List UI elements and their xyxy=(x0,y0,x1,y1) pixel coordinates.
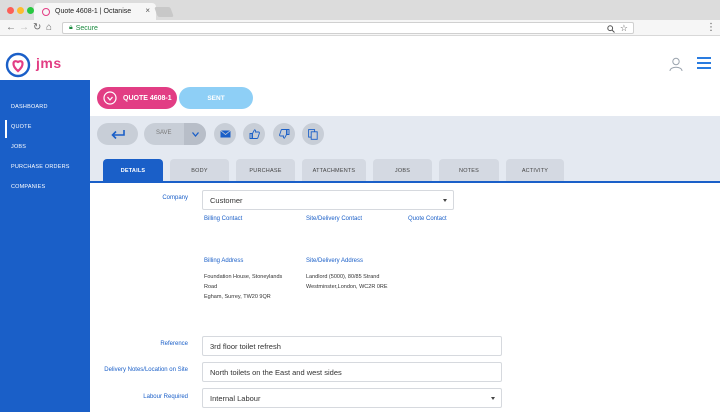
tab-activity[interactable]: ACTIVITY xyxy=(506,159,564,182)
delivery-notes-value: North toilets on the East and west sides xyxy=(210,367,342,377)
minimize-window-button[interactable] xyxy=(17,7,24,14)
back-arrow-icon[interactable]: ← xyxy=(6,21,16,35)
thumbs-down-icon xyxy=(278,129,289,139)
save-button[interactable]: SAVE xyxy=(144,123,206,145)
email-button[interactable] xyxy=(214,123,236,145)
reference-input[interactable]: 3rd floor toilet refresh xyxy=(202,336,502,356)
labour-required-label: Labour Required xyxy=(143,394,188,400)
sidebar-item-quote[interactable]: QUOTE xyxy=(11,124,32,130)
sidebar: DASHBOARD QUOTE JOBS PURCHASE ORDERS COM… xyxy=(0,80,90,412)
billing-address-link[interactable]: Billing Address xyxy=(204,258,243,264)
site-delivery-contact-link[interactable]: Site/Delivery Contact xyxy=(306,216,362,222)
browser-toolbar: ← → ↻ ⌂ 🔒︎ Secure ☆ ⋮ xyxy=(0,20,720,36)
reference-value: 3rd floor toilet refresh xyxy=(210,341,281,351)
quote-number: QUOTE 4608-1 xyxy=(123,94,172,102)
sidebar-item-jobs[interactable]: JOBS xyxy=(11,144,26,150)
billing-contact-link[interactable]: Billing Contact xyxy=(204,216,242,222)
status-badge[interactable]: SENT xyxy=(179,87,253,109)
new-tab-button[interactable] xyxy=(154,7,174,17)
company-value: Customer xyxy=(210,195,243,205)
company-select[interactable]: Customer xyxy=(202,190,454,210)
billing-address: Foundation House, Stoneylands Road Egham… xyxy=(204,272,282,302)
logo-text: jms xyxy=(36,55,62,71)
delivery-notes-label: Delivery Notes/Location on Site xyxy=(104,367,188,373)
quote-heart-icon xyxy=(103,91,117,105)
tab-body[interactable]: BODY xyxy=(170,159,229,182)
return-arrow-icon xyxy=(110,130,125,139)
secure-label: Secure xyxy=(75,24,98,32)
tab-purchase[interactable]: PURCHASE xyxy=(236,159,295,182)
save-label: SAVE xyxy=(156,130,172,136)
browser-tab-strip: Quote 4608-1 | Octanise × xyxy=(0,0,720,20)
close-tab-icon[interactable]: × xyxy=(145,6,150,15)
labour-required-select[interactable]: Internal Labour xyxy=(202,388,502,408)
site-delivery-address: Landlord (5000), 80/85 Strand Westminste… xyxy=(306,272,388,292)
copy-icon xyxy=(308,128,318,140)
tab-attachments[interactable]: ATTACHMENTS xyxy=(302,159,366,182)
envelope-icon xyxy=(219,130,231,138)
lock-icon: 🔒︎ xyxy=(69,24,73,31)
save-options-button[interactable] xyxy=(184,123,206,145)
favicon-icon xyxy=(42,7,50,16)
sidebar-item-purchase-orders[interactable]: PURCHASE ORDERS xyxy=(11,164,70,170)
reference-label: Reference xyxy=(160,341,188,347)
zoom-icon[interactable] xyxy=(607,25,615,33)
site-address-line: Westminster,London, WC2R 0RE xyxy=(306,284,388,290)
billing-address-line: Egham, Surrey, TW20 9QR xyxy=(204,294,271,300)
chevron-down-icon xyxy=(443,199,447,202)
billing-address-line: Road xyxy=(204,284,218,290)
home-icon[interactable]: ⌂ xyxy=(46,21,52,35)
address-bar[interactable]: 🔒︎ Secure ☆ xyxy=(62,22,634,34)
duplicate-button[interactable] xyxy=(302,123,324,145)
thumbs-up-icon xyxy=(249,129,260,139)
site-delivery-address-link[interactable]: Site/Delivery Address xyxy=(306,258,363,264)
close-window-button[interactable] xyxy=(7,7,14,14)
tab-jobs[interactable]: JOBS xyxy=(373,159,432,182)
reload-icon[interactable]: ↻ xyxy=(33,21,41,35)
chevron-down-icon xyxy=(191,131,199,137)
maximize-window-button[interactable] xyxy=(27,7,34,14)
sidebar-item-companies[interactable]: COMPANIES xyxy=(11,184,45,190)
sidebar-item-dashboard[interactable]: DASHBOARD xyxy=(11,104,48,110)
browser-tab[interactable]: Quote 4608-1 | Octanise × xyxy=(34,3,156,20)
delivery-notes-input[interactable]: North toilets on the East and west sides xyxy=(202,362,502,382)
billing-address-line: Foundation House, Stoneylands xyxy=(204,274,283,280)
bookmark-star-icon[interactable]: ☆ xyxy=(620,23,628,34)
quote-contact-link[interactable]: Quote Contact xyxy=(408,216,447,222)
back-button[interactable] xyxy=(97,123,138,145)
approve-button[interactable] xyxy=(243,123,265,145)
chevron-down-icon xyxy=(491,397,495,400)
company-label: Company xyxy=(162,195,188,201)
tab-notes[interactable]: NOTES xyxy=(439,159,499,182)
browser-menu-icon[interactable]: ⋮ xyxy=(706,21,716,35)
menu-icon[interactable] xyxy=(697,57,711,69)
labour-required-value: Internal Labour xyxy=(210,393,261,403)
site-address-line: Landlord (5000), 80/85 Strand xyxy=(306,274,380,280)
browser-tab-title: Quote 4608-1 | Octanise xyxy=(55,8,132,15)
sidebar-active-indicator xyxy=(5,120,7,138)
tab-details[interactable]: DETAILS xyxy=(103,159,163,182)
logo-icon xyxy=(5,52,31,78)
reject-button[interactable] xyxy=(273,123,295,145)
user-icon[interactable] xyxy=(668,56,684,72)
forward-arrow-icon[interactable]: → xyxy=(19,21,29,35)
app-header: jms xyxy=(0,48,720,80)
